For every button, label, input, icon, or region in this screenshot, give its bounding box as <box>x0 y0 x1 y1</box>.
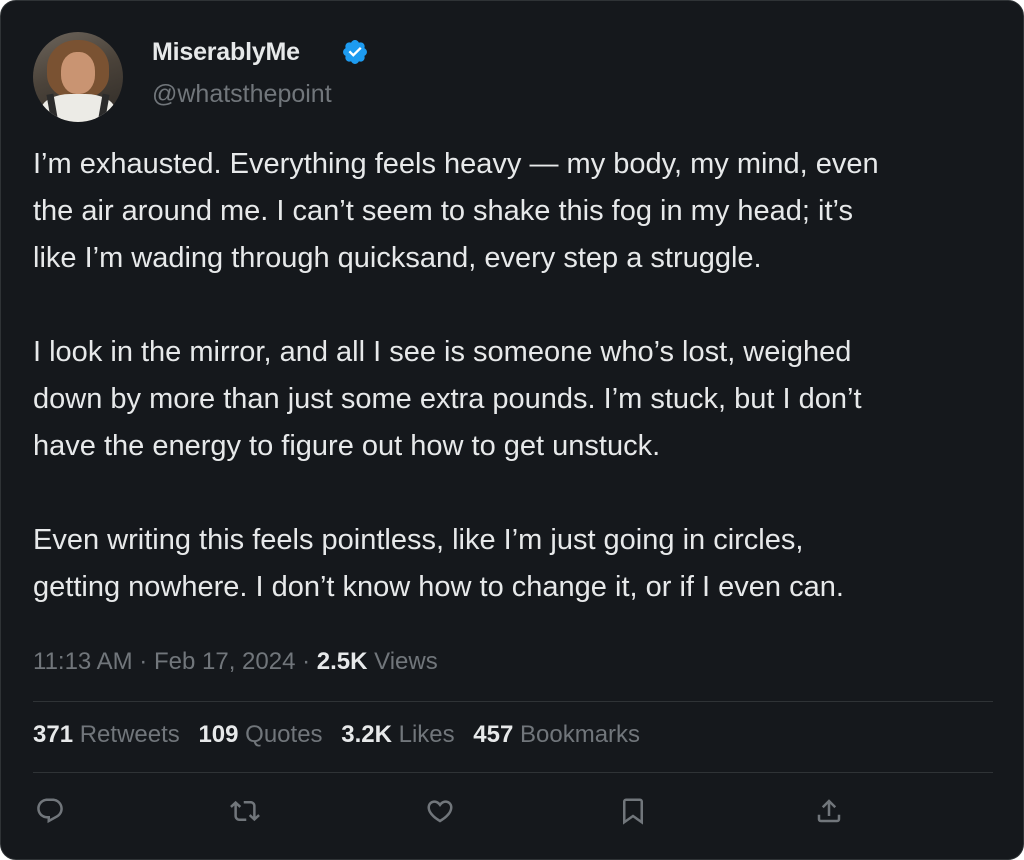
tweet-line: getting nowhere. I don’t know how to cha… <box>33 571 844 603</box>
engagement-stats: 371 Retweets 109 Quotes 3.2K Likes 457 B… <box>33 721 652 749</box>
timestamp-time[interactable]: 11:13 AM <box>33 648 133 675</box>
views-count: 2.5K <box>316 648 368 675</box>
tweet-line: I look in the mirror, and all I see is s… <box>33 336 852 368</box>
like-icon <box>427 800 453 823</box>
retweets-stat[interactable]: 371 Retweets <box>33 721 180 748</box>
tweet-card: MiserablyMe @whatsthepoint I’m exhausted… <box>0 0 1024 860</box>
retweet-button[interactable] <box>227 793 263 829</box>
tweet-line: the air around me. I can’t seem to shake… <box>33 195 853 227</box>
tweet-paragraph: I look in the mirror, and all I see is s… <box>33 329 993 470</box>
share-button[interactable] <box>811 793 847 829</box>
tweet-meta: 11:13 AM · Feb 17, 2024 · 2.5K Views <box>33 648 438 676</box>
bookmarks-stat[interactable]: 457 Bookmarks <box>473 721 640 748</box>
tweet-paragraph: I’m exhausted. Everything feels heavy — … <box>33 141 993 282</box>
verified-badge-icon <box>343 40 367 64</box>
tweet-line: down by more than just some extra pounds… <box>33 383 862 415</box>
divider <box>33 701 993 702</box>
quotes-stat[interactable]: 109 Quotes <box>198 721 322 748</box>
avatar[interactable] <box>33 32 123 122</box>
tweet-text: I’m exhausted. Everything feels heavy — … <box>33 141 993 611</box>
share-icon <box>817 799 841 823</box>
divider <box>33 772 993 773</box>
tweet-line: like I’m wading through quicksand, every… <box>33 242 762 274</box>
tweet-line: have the energy to figure out how to get… <box>33 430 661 462</box>
reply-icon <box>37 798 63 824</box>
views-label: Views <box>374 648 438 675</box>
tweet-paragraph: Even writing this feels pointless, like … <box>33 517 993 611</box>
timestamp-date[interactable]: Feb 17, 2024 <box>154 648 295 675</box>
likes-stat[interactable]: 3.2K Likes <box>341 721 454 748</box>
meta-separator: · <box>302 648 311 675</box>
tweet-line: Even writing this feels pointless, like … <box>33 524 804 556</box>
bookmark-button[interactable] <box>615 793 651 829</box>
bookmark-icon <box>623 798 643 825</box>
tweet-line: I’m exhausted. Everything feels heavy — … <box>33 148 879 180</box>
reply-button[interactable] <box>32 793 68 829</box>
display-name[interactable]: MiserablyMe <box>152 38 300 67</box>
retweet-icon <box>230 800 260 822</box>
meta-separator: · <box>139 648 148 675</box>
like-button[interactable] <box>422 793 458 829</box>
handle[interactable]: @whatsthepoint <box>152 80 332 109</box>
